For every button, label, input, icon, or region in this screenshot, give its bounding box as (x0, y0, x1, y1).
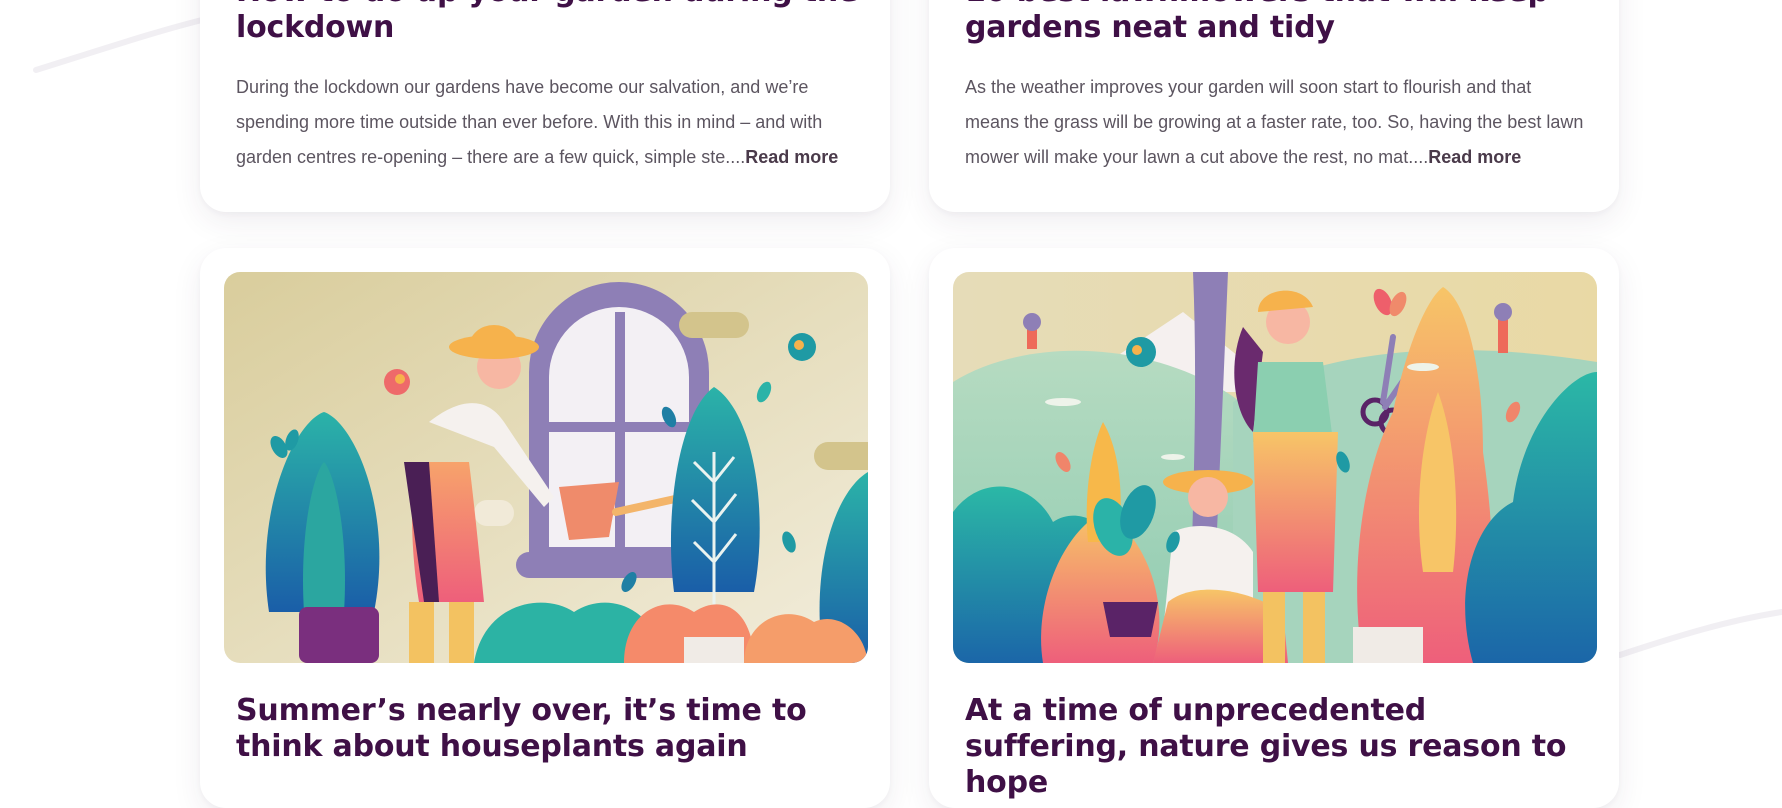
read-more-link[interactable]: Read more (1428, 147, 1521, 167)
post-image[interactable] (953, 272, 1597, 663)
post-image[interactable] (224, 272, 868, 663)
post-title[interactable]: Summer’s nearly over, it’s time to think… (236, 693, 860, 765)
post-title[interactable]: 10 best lawnmowers that will keep garden… (965, 0, 1589, 46)
post-card-garden-lockdown[interactable]: How to do up your garden during the lock… (200, 0, 890, 212)
post-title[interactable]: How to do up your garden during the lock… (236, 0, 860, 46)
post-card-lawnmowers[interactable]: 10 best lawnmowers that will keep garden… (929, 0, 1619, 212)
gardeners-pruning-tree-icon (953, 272, 1597, 663)
post-excerpt-text: During the lockdown our gardens have bec… (236, 77, 823, 167)
post-excerpt: As the weather improves your garden will… (965, 70, 1589, 175)
gardener-watering-plants-icon (224, 272, 868, 663)
read-more-link[interactable]: Read more (745, 147, 838, 167)
post-card-houseplants[interactable]: Summer’s nearly over, it’s time to think… (200, 248, 890, 808)
post-card-nature-hope[interactable]: At a time of unprecedented suffering, na… (929, 248, 1619, 808)
post-excerpt: During the lockdown our gardens have bec… (236, 70, 860, 175)
post-title[interactable]: At a time of unprecedented suffering, na… (965, 693, 1589, 801)
